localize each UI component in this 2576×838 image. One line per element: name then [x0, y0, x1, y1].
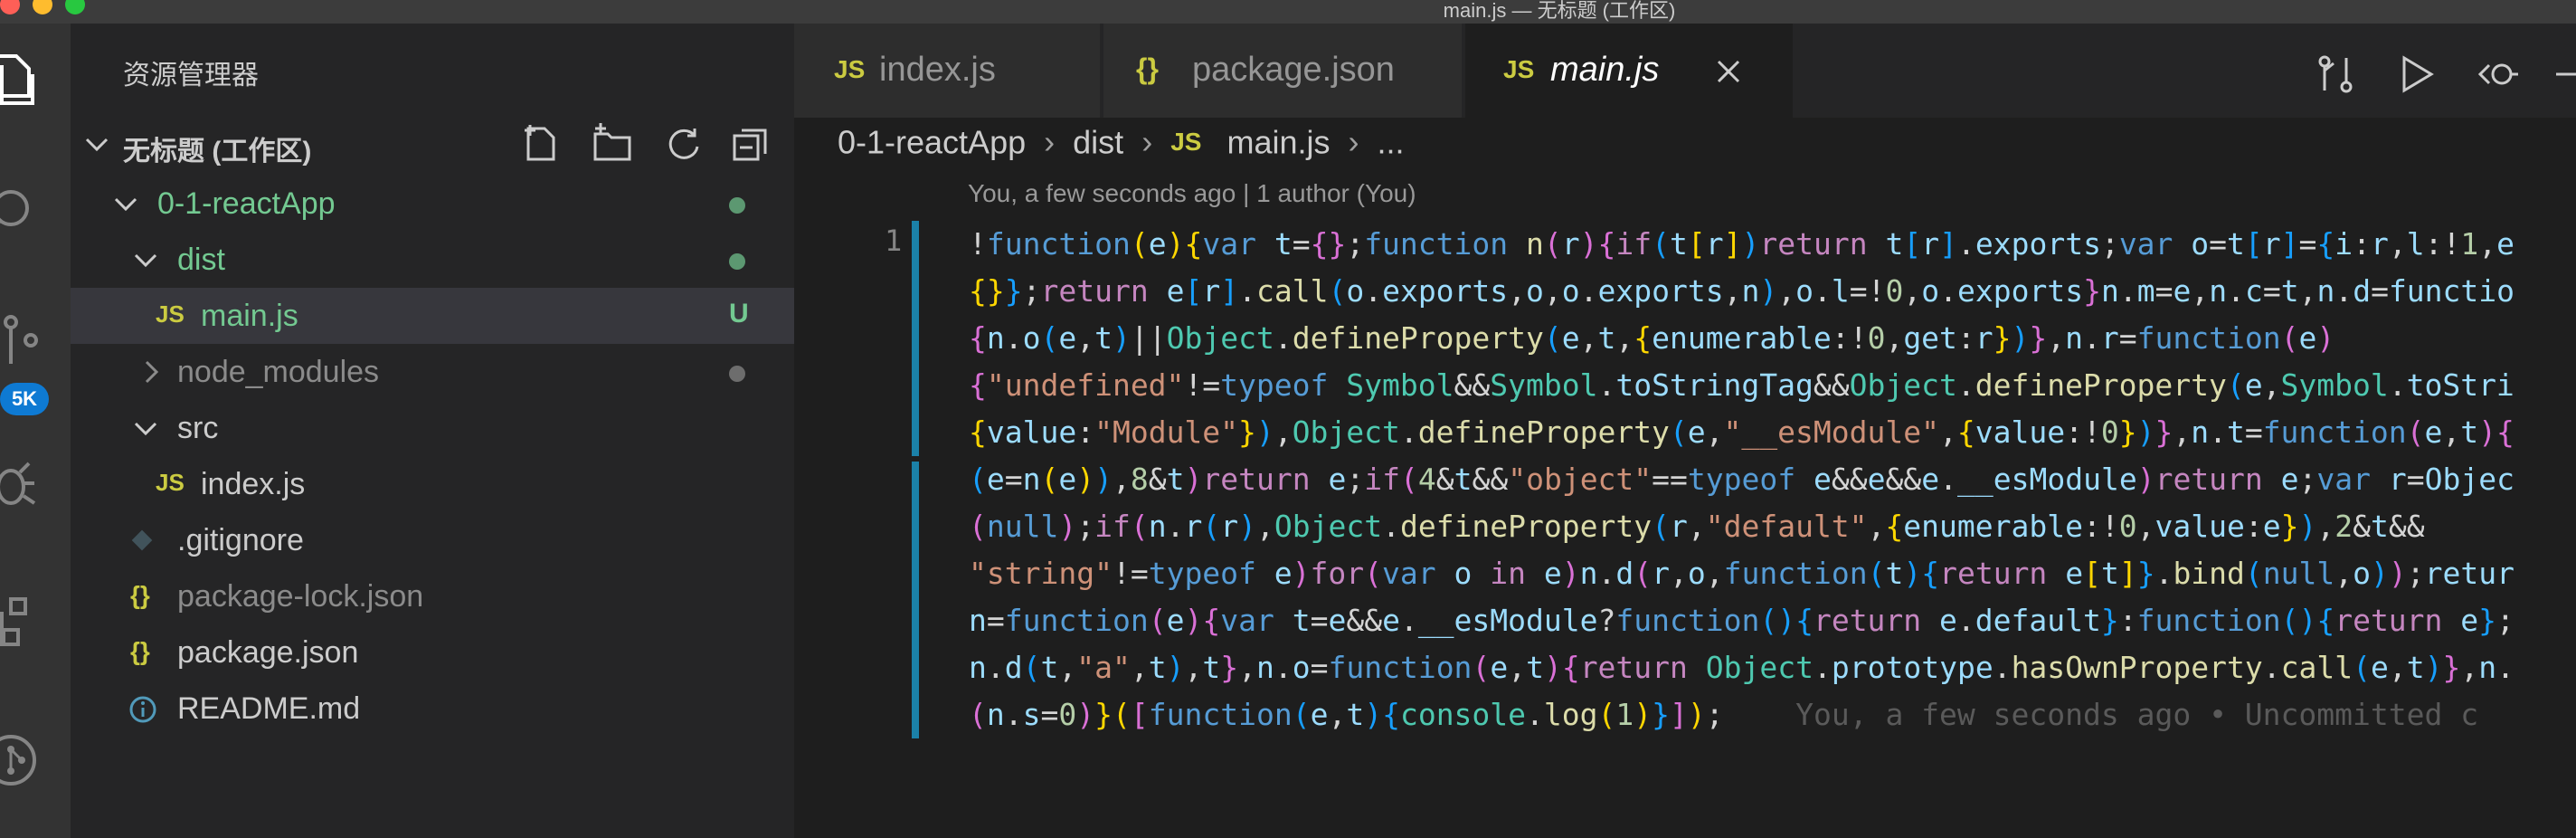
- code-line[interactable]: n=function(e){var t=e&&e.__esModule?func…: [969, 597, 2514, 644]
- status-dot: [729, 253, 745, 270]
- codelens-blame[interactable]: You, a few seconds ago | 1 author (You): [968, 179, 1416, 208]
- code-line[interactable]: n.d(t,"a",t),t},n.o=function(e,t){return…: [969, 644, 2514, 691]
- code-line[interactable]: !function(e){var t={};function n(r){if(t…: [969, 221, 2514, 268]
- tab-label: main.js: [1550, 51, 1660, 89]
- code-line[interactable]: {n.o(e,t)||Object.defineProperty(e,t,{en…: [969, 315, 2514, 362]
- tree-item-label: dist: [177, 243, 225, 277]
- extensions-icon[interactable]: [0, 594, 38, 648]
- collapse-all-icon[interactable]: [731, 125, 771, 165]
- js-file-icon: JS: [834, 55, 866, 83]
- tree-item-label: index.js: [201, 467, 306, 501]
- js-file-icon: JS: [156, 300, 185, 328]
- tree-item-package-lock-json[interactable]: {} package-lock.json: [71, 568, 794, 624]
- chevron-right-icon: ›: [1044, 123, 1056, 161]
- tab-label: index.js: [879, 51, 996, 89]
- line-number: 1: [885, 224, 903, 258]
- tree-item-label: main.js: [201, 299, 298, 333]
- source-control-badge: 5K: [0, 383, 49, 415]
- debug-icon[interactable]: [0, 456, 38, 510]
- run-icon[interactable]: [2397, 54, 2437, 94]
- code-line[interactable]: (null);if(n.r(r),Object.defineProperty(r…: [969, 503, 2514, 550]
- tree-item-main-js[interactable]: JS main.js U: [71, 288, 794, 344]
- refresh-icon[interactable]: [664, 125, 704, 165]
- json-file-icon: {}: [130, 581, 150, 609]
- code-line[interactable]: (e=n(e)),8&t)return e;if(4&t&&"object"==…: [969, 456, 2514, 503]
- js-file-icon: JS: [1170, 128, 1202, 157]
- workspace-header[interactable]: 无标题 (工作区): [71, 119, 794, 168]
- chevron-right-icon: ›: [1141, 123, 1153, 161]
- untracked-status: U: [729, 299, 749, 329]
- tab-package-json[interactable]: {} package.json: [1103, 24, 1462, 118]
- new-file-icon[interactable]: [519, 123, 561, 165]
- open-changes-icon[interactable]: [2316, 54, 2355, 94]
- title-bar: main.js — 无标题 (工作区): [0, 0, 2576, 24]
- tree-item-0-1-reactapp[interactable]: 0-1-reactApp: [71, 176, 794, 232]
- breadcrumb-item[interactable]: main.js: [1226, 123, 1330, 160]
- go-back-icon[interactable]: [2478, 54, 2518, 94]
- editor-tabs: JS index.js {} package.json JS main.js: [794, 24, 2576, 118]
- js-file-icon: JS: [156, 469, 185, 496]
- tree-item-label: node_modules: [177, 355, 380, 389]
- code-line[interactable]: {}};return e[r].call(o.exports,o,o.expor…: [969, 268, 2514, 315]
- status-dot: [729, 197, 745, 214]
- tree-item-src[interactable]: src: [71, 400, 794, 456]
- json-file-icon: {}: [130, 637, 150, 665]
- json-file-icon: {}: [1136, 52, 1159, 85]
- code-line[interactable]: "string"!=typeof e)for(var o in e)n.d(r,…: [969, 550, 2514, 597]
- js-file-icon: JS: [1503, 55, 1535, 83]
- go-forward-icon[interactable]: [2552, 54, 2576, 94]
- tab-main-js[interactable]: JS main.js: [1465, 24, 1793, 118]
- tree-item-label: package.json: [177, 635, 359, 670]
- window-title: main.js — 无标题 (工作区): [1443, 0, 1676, 22]
- code-content[interactable]: !function(e){var t={};function n(r){if(t…: [969, 221, 2514, 738]
- chevron-down-icon: [134, 422, 157, 436]
- status-dot: [729, 366, 745, 382]
- code-line[interactable]: (n.s=0)}([function(e,t){console.log(1)}]…: [969, 691, 2514, 738]
- chevron-right-icon: [145, 360, 159, 384]
- search-icon[interactable]: [0, 185, 38, 239]
- tab-index-js[interactable]: JS index.js: [794, 24, 1100, 118]
- chevron-down-icon: [134, 253, 157, 268]
- gutter-gap: [912, 456, 919, 462]
- code-editor[interactable]: You, a few seconds ago | 1 author (You) …: [794, 167, 2576, 838]
- workspace-title: 无标题 (工作区): [123, 137, 312, 167]
- explorer-sidebar: 资源管理器 无标题 (工作区) 0-1-reactApp dist JS mai…: [71, 24, 794, 838]
- inline-blame: You, a few seconds ago • Uncommitted c: [1723, 697, 2479, 732]
- code-line[interactable]: {"undefined"!=typeof Symbol&&Symbol.toSt…: [969, 362, 2514, 409]
- activity-bar: 5K: [0, 24, 71, 838]
- tree-item-dist[interactable]: dist: [71, 232, 794, 288]
- tree-item-package-json[interactable]: {} package.json: [71, 624, 794, 681]
- tree-item-index-js[interactable]: JS index.js: [71, 456, 794, 512]
- new-folder-icon[interactable]: [592, 123, 633, 165]
- tree-item-label: README.md: [177, 691, 361, 726]
- tree-item-readme-md[interactable]: README.md: [71, 681, 794, 737]
- tree-item-label: 0-1-reactApp: [157, 186, 336, 221]
- tree-item-gitignore[interactable]: .gitignore: [71, 512, 794, 568]
- explorer-title: 资源管理器: [123, 61, 259, 90]
- chevron-down-icon: [114, 197, 137, 212]
- source-control-icon[interactable]: [0, 313, 38, 367]
- tree-item-label: package-lock.json: [177, 579, 424, 614]
- git-graph-icon[interactable]: [0, 733, 38, 787]
- breadcrumb: 0-1-reactApp › dist › JS main.js › ...: [838, 121, 1405, 167]
- tree-item-label: src: [177, 411, 219, 445]
- files-icon[interactable]: [0, 52, 38, 107]
- breadcrumb-item[interactable]: ...: [1378, 123, 1405, 160]
- tab-label: package.json: [1192, 51, 1395, 89]
- code-line[interactable]: {value:"Module"}),Object.defineProperty(…: [969, 409, 2514, 456]
- git-change-bar[interactable]: [912, 221, 919, 738]
- git-file-icon: [131, 529, 153, 551]
- tree-item-node-modules[interactable]: node_modules: [71, 344, 794, 400]
- breadcrumb-item[interactable]: 0-1-reactApp: [838, 123, 1026, 160]
- info-icon: [129, 696, 156, 723]
- chevron-right-icon: ›: [1348, 123, 1359, 161]
- chevron-down-icon: [85, 138, 109, 152]
- close-icon[interactable]: [1715, 58, 1742, 85]
- breadcrumb-item[interactable]: dist: [1073, 123, 1123, 160]
- tree-item-label: .gitignore: [177, 523, 304, 557]
